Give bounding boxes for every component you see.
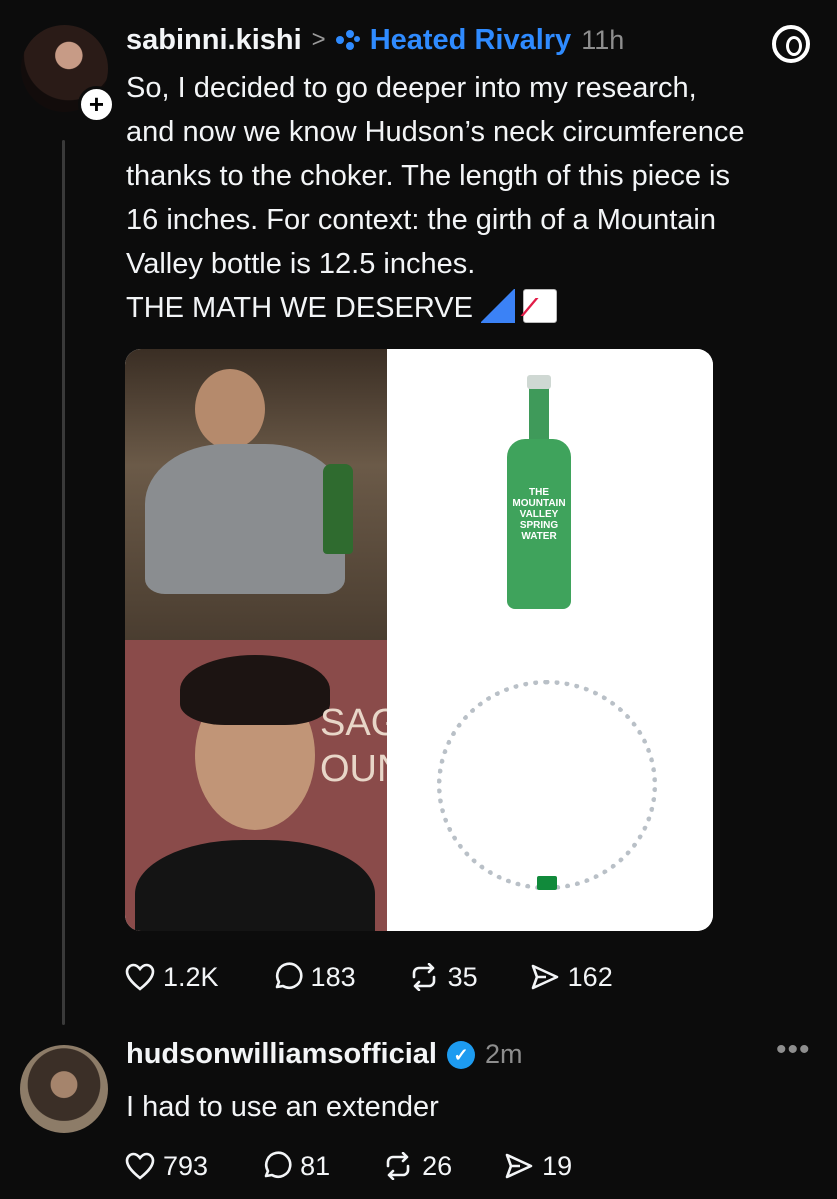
repost-count: 26 bbox=[422, 1150, 453, 1181]
repost-icon bbox=[386, 1152, 410, 1180]
reply-count: 81 bbox=[300, 1150, 331, 1181]
community-name: Heated Rivalry bbox=[369, 23, 572, 56]
triangular-ruler-icon bbox=[480, 289, 515, 323]
jacket-shape bbox=[135, 840, 375, 931]
share-button[interactable]: 162 bbox=[530, 962, 613, 993]
reply-body: I had to use an extender bbox=[126, 1091, 439, 1123]
face-shape bbox=[195, 369, 265, 449]
green-bottle-shape bbox=[323, 464, 353, 554]
reply-author-username[interactable]: hudsonwilliamsofficial bbox=[126, 1038, 437, 1071]
hair-shape bbox=[180, 655, 330, 725]
chevron-right-icon: > bbox=[311, 26, 326, 53]
reply-count: 183 bbox=[310, 961, 356, 992]
community-link[interactable]: Heated Rivalry bbox=[335, 23, 572, 57]
verified-badge-icon: ✓ bbox=[447, 1040, 475, 1069]
author-username[interactable]: sabinni.kishi bbox=[126, 24, 302, 57]
torso-shape bbox=[145, 444, 345, 594]
comment-bubble-icon bbox=[264, 1151, 292, 1179]
reply-button[interactable]: 81 bbox=[260, 1150, 330, 1182]
heart-icon bbox=[125, 1152, 155, 1180]
share-count: 19 bbox=[542, 1150, 573, 1181]
post-image-grid[interactable]: THE MOUNTAIN VALLEY SPRING WATER SAG OUN bbox=[125, 349, 713, 931]
chart-increasing-icon bbox=[522, 289, 557, 323]
post-body-line: Valley bottle is 12.5 inches. bbox=[126, 248, 476, 280]
follow-plus-icon[interactable]: + bbox=[78, 86, 115, 123]
more-options-icon[interactable]: ••• bbox=[776, 1035, 816, 1065]
send-icon bbox=[505, 1153, 533, 1179]
bottle-label-text: THE MOUNTAIN VALLEY SPRING WATER bbox=[512, 487, 566, 542]
comment-bubble-icon bbox=[275, 962, 303, 990]
reply-actions: 793 81 26 19 bbox=[125, 1150, 624, 1182]
like-count: 793 bbox=[163, 1150, 209, 1181]
repost-icon bbox=[412, 963, 435, 991]
reply-time: 2m bbox=[485, 1039, 523, 1069]
reply-author-avatar[interactable] bbox=[20, 1045, 108, 1133]
thread-connector-line bbox=[62, 140, 65, 1025]
photo-man-portrait[interactable]: SAG OUN bbox=[125, 640, 404, 931]
like-count: 1.2K bbox=[163, 961, 219, 992]
post-time: 11h bbox=[581, 24, 625, 55]
threads-logo-icon bbox=[772, 25, 810, 63]
photo-man-with-bottle[interactable] bbox=[125, 349, 387, 640]
share-button[interactable]: 19 bbox=[504, 1151, 572, 1182]
post-actions: 1.2K 183 35 162 bbox=[125, 961, 665, 993]
necklace-icon bbox=[437, 680, 657, 890]
like-button[interactable]: 793 bbox=[125, 1151, 208, 1182]
post-body-line: and now we know Hudson’s neck circumfere… bbox=[126, 116, 745, 148]
repost-button[interactable]: 35 bbox=[408, 962, 478, 993]
reply-header: hudsonwilliamsofficial ✓ 2m bbox=[126, 1038, 523, 1071]
repost-button[interactable]: 26 bbox=[382, 1151, 452, 1182]
post-body-line: So, I decided to go deeper into my resea… bbox=[126, 72, 697, 104]
post-body: So, I decided to go deeper into my resea… bbox=[126, 66, 816, 330]
post-body-line: 16 inches. For context: the girth of a M… bbox=[126, 204, 716, 236]
post-body-last-line: THE MATH WE DESERVE bbox=[126, 286, 816, 330]
share-count: 162 bbox=[567, 961, 613, 992]
photo-mountain-valley-bottle[interactable]: THE MOUNTAIN VALLEY SPRING WATER bbox=[387, 349, 713, 640]
send-icon bbox=[531, 964, 558, 990]
community-dots-icon bbox=[335, 30, 362, 50]
post-body-caps: THE MATH WE DESERVE bbox=[126, 292, 473, 324]
like-button[interactable]: 1.2K bbox=[125, 962, 219, 993]
emerald-gem-icon bbox=[537, 876, 557, 890]
post-body-line: thanks to the choker. The length of this… bbox=[126, 160, 731, 192]
photo-choker-necklace[interactable] bbox=[387, 640, 713, 931]
water-bottle-icon: THE MOUNTAIN VALLEY SPRING WATER bbox=[507, 375, 571, 609]
repost-count: 35 bbox=[447, 961, 478, 992]
post-header: sabinni.kishi > Heated Rivalry 11h bbox=[126, 20, 624, 60]
reply-button[interactable]: 183 bbox=[271, 961, 356, 993]
heart-icon bbox=[125, 963, 155, 991]
